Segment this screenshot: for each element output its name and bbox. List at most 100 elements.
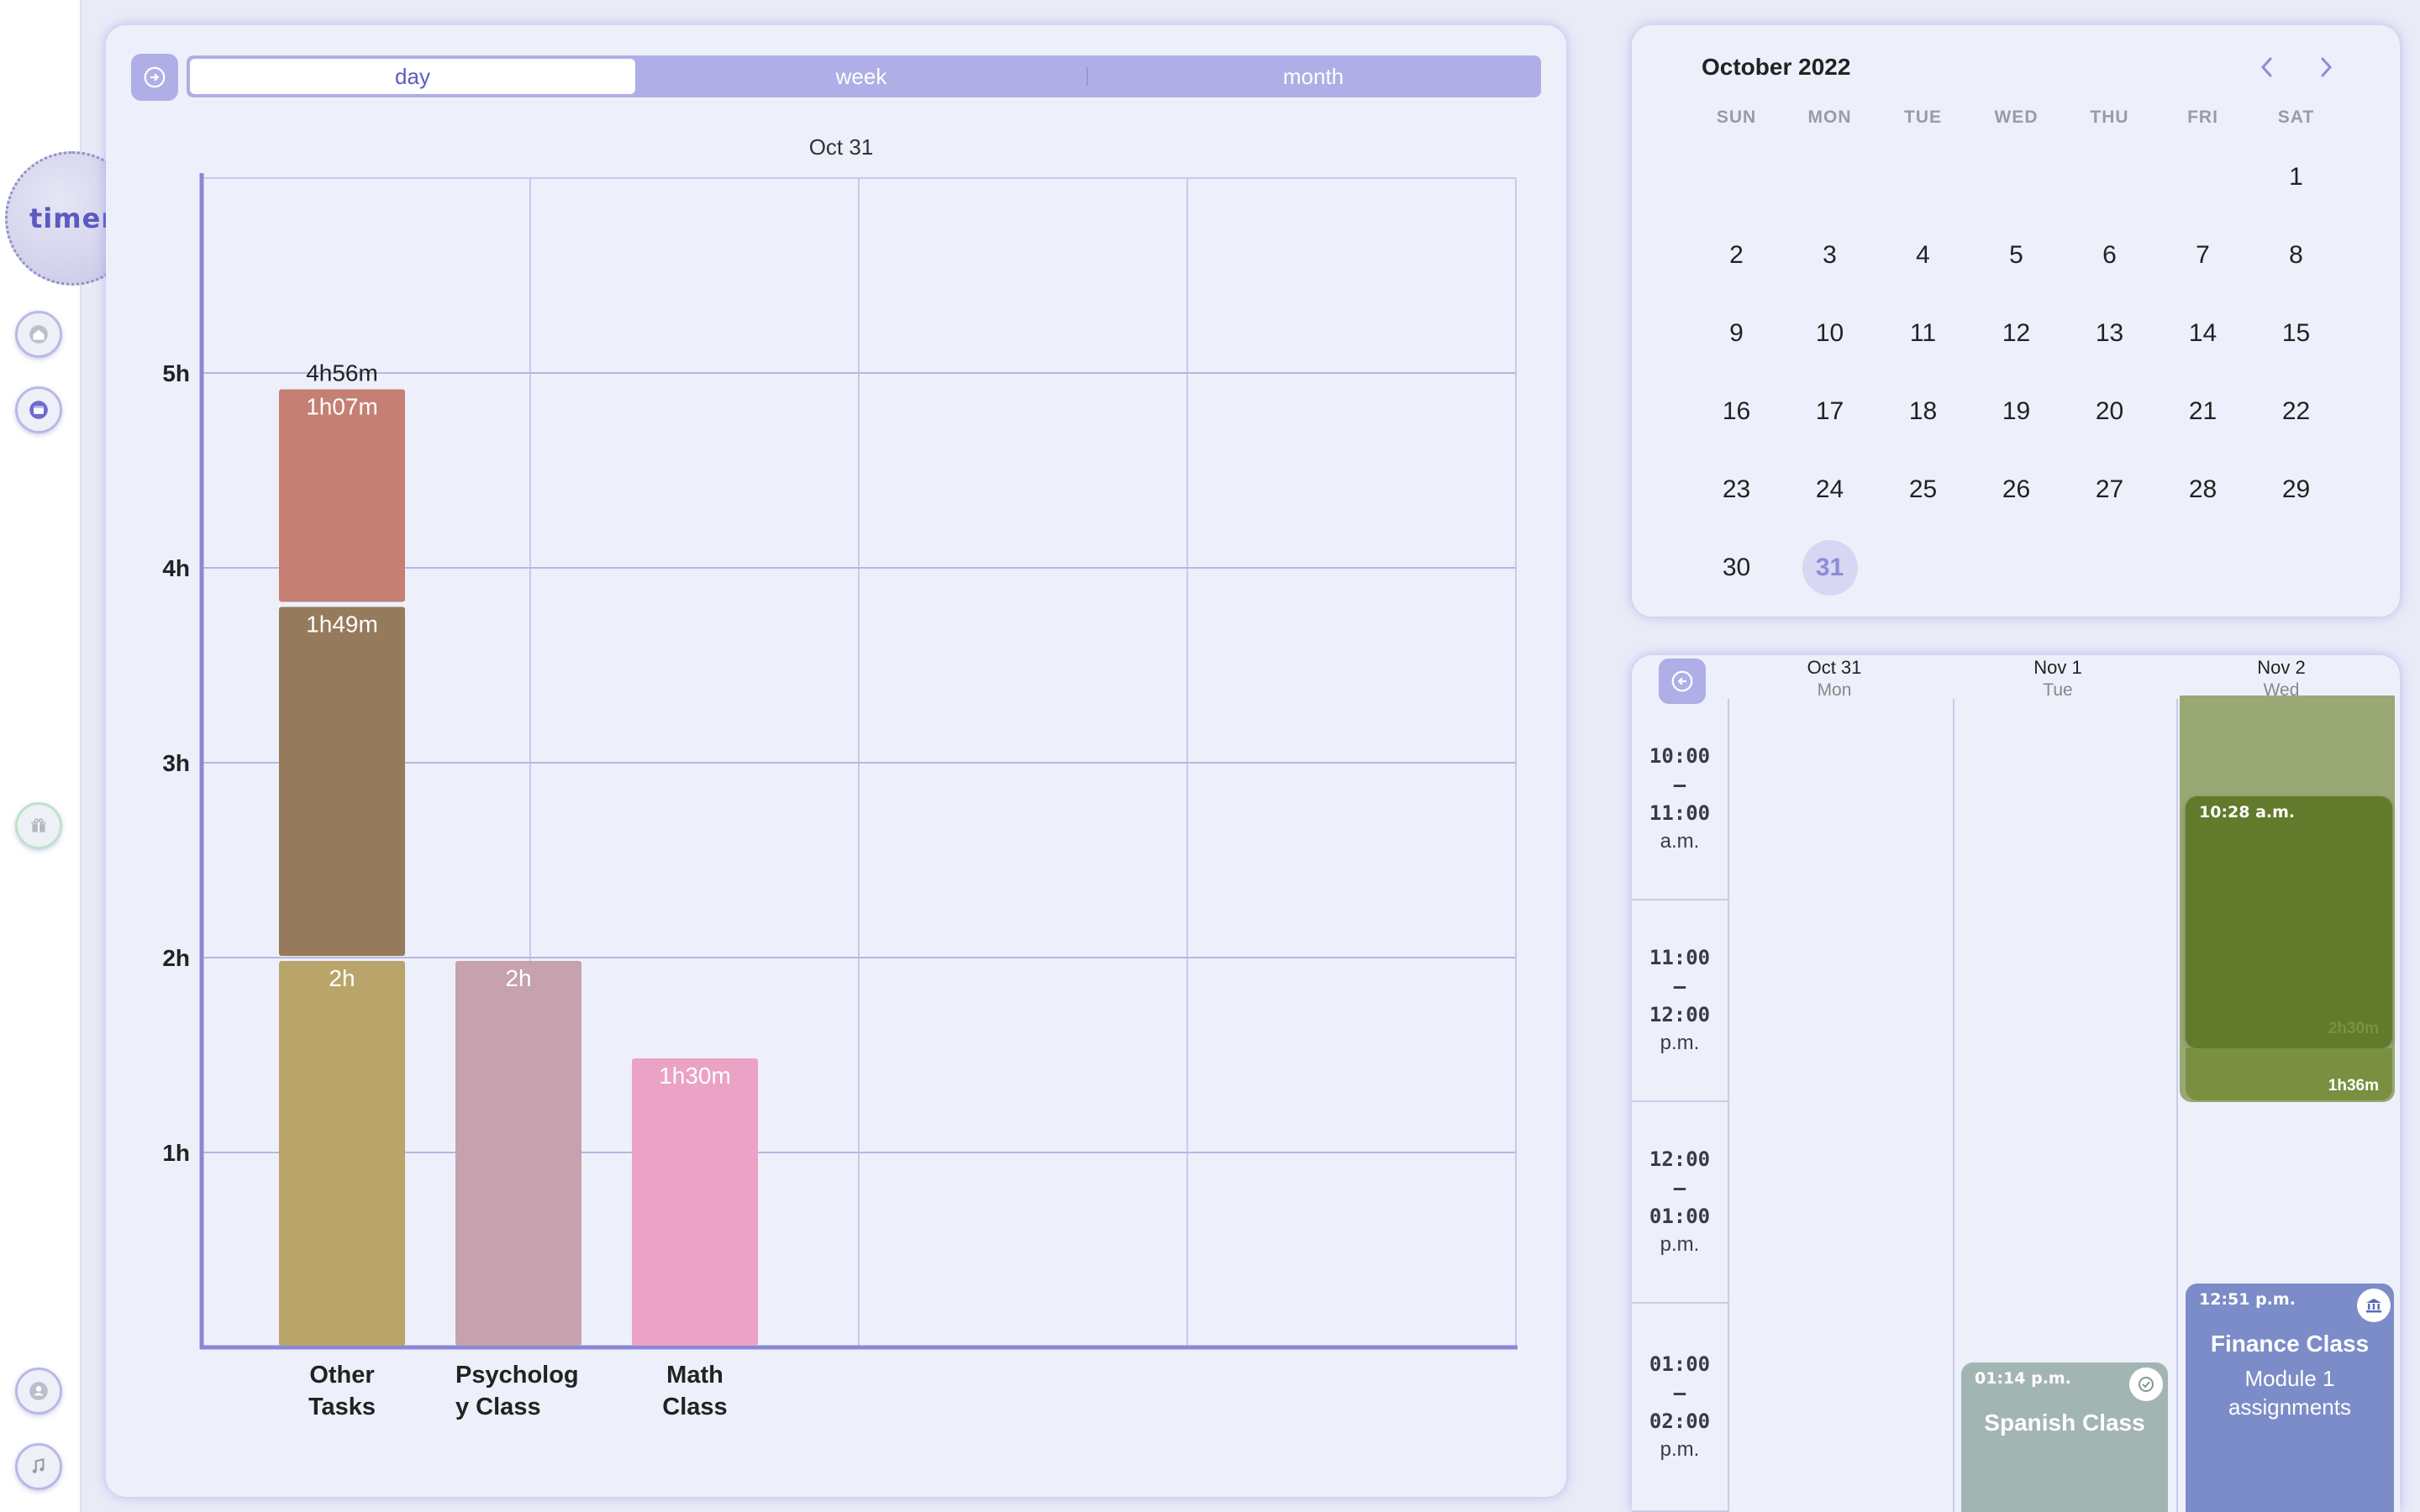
music-button[interactable] — [15, 1443, 62, 1490]
profile-button[interactable] — [15, 1368, 62, 1415]
time-slot-end: 02:00 — [1649, 1410, 1711, 1433]
week-schedule: Oct 31 Mon Nov 1 Tue Nov 2 Wed 10:00 – 11… — [1632, 655, 2400, 1512]
home-icon — [29, 325, 48, 344]
weekday-label: FRI — [2187, 108, 2218, 127]
time-slot-start: 11:00 — [1649, 946, 1711, 969]
weekday-label: THU — [2090, 108, 2129, 127]
day-header-weekday: Mon — [1817, 680, 1852, 700]
day-header-wed[interactable]: Nov 2 Wed — [2170, 655, 2393, 701]
calendar-day-28[interactable]: 28 — [2156, 450, 2249, 528]
calendar-day-22[interactable]: 22 — [2249, 372, 2343, 450]
calendar-day-9[interactable]: 9 — [1690, 294, 1783, 372]
x-category-label: Other — [309, 1362, 374, 1389]
time-slot-ampm: p.m. — [1660, 1233, 1700, 1256]
event-title: Spanish Class — [1984, 1410, 2145, 1436]
bar-segment — [455, 961, 581, 1346]
calendar-day-29[interactable]: 29 — [2249, 450, 2343, 528]
event-finance-class[interactable]: 12:51 p.m. Finance Class Module 1 assign… — [2186, 1284, 2394, 1512]
time-slot-end: 11:00 — [1649, 801, 1711, 825]
event-detail: assignments — [2228, 1394, 2351, 1420]
time-slot: 12:00 – 01:00 p.m. — [1632, 1102, 1728, 1304]
time-slot-start: 10:00 — [1649, 744, 1711, 768]
bar-segment-label: 1h49m — [306, 612, 378, 638]
calendar-day-25[interactable]: 25 — [1876, 450, 1970, 528]
event-spanish-class[interactable]: 01:14 p.m. Spanish Class — [1961, 1362, 2168, 1512]
calendar-day-15[interactable]: 15 — [2249, 294, 2343, 372]
calendar-blank — [1876, 138, 1970, 216]
time-slot-ampm: p.m. — [1660, 1438, 1700, 1461]
time-slot-dash: – — [1673, 1381, 1686, 1404]
time-slot: 01:00 – 02:00 p.m. — [1632, 1304, 1728, 1512]
day-header-weekday: Tue — [2043, 680, 2073, 700]
next-month-button[interactable] — [2309, 50, 2343, 84]
day-divider — [1953, 699, 1954, 1512]
calendar-blank — [1970, 138, 2063, 216]
day-header-tue[interactable]: Nov 1 Tue — [1946, 655, 2170, 701]
weekday-label: WED — [1994, 108, 2039, 127]
weekday-label: MON — [1807, 108, 1852, 127]
calendar-day-1[interactable]: 1 — [2249, 138, 2343, 216]
day-header-mon[interactable]: Oct 31 Mon — [1723, 655, 1946, 701]
calendar-day-30[interactable]: 30 — [1690, 528, 1783, 606]
event-block[interactable]: 10:28 a.m. 2h30m — [2186, 796, 2392, 1048]
x-category-label: Tasks — [308, 1394, 376, 1420]
bar-segment — [279, 389, 405, 602]
time-slot-start: 01:00 — [1649, 1352, 1711, 1376]
sidebar: timer — [0, 0, 139, 1512]
music-icon — [32, 1457, 45, 1473]
calendar-day-5[interactable]: 5 — [1970, 216, 2063, 294]
selected-day: 31 — [1802, 539, 1858, 596]
weekday-label: TUE — [1904, 108, 1942, 127]
y-tick-label: 3h — [162, 750, 190, 776]
calendar-day-20[interactable]: 20 — [2063, 372, 2156, 450]
calendar-button[interactable] — [15, 386, 62, 433]
calendar-day-14[interactable]: 14 — [2156, 294, 2249, 372]
gift-icon — [31, 818, 46, 832]
calendar-day-19[interactable]: 19 — [1970, 372, 2063, 450]
calendar-day-7[interactable]: 7 — [2156, 216, 2249, 294]
time-slot-end: 12:00 — [1649, 1003, 1711, 1026]
collapse-schedule-button[interactable] — [1659, 659, 1706, 704]
arrow-left-circle-icon — [1671, 670, 1693, 692]
calendar-day-18[interactable]: 18 — [1876, 372, 1970, 450]
bar-total-label: 4h56m — [306, 360, 378, 386]
time-slot-ampm: a.m. — [1660, 830, 1700, 853]
calendar-day-12[interactable]: 12 — [1970, 294, 2063, 372]
calendar-day-4[interactable]: 4 — [1876, 216, 1970, 294]
x-category-label: y Class — [455, 1394, 541, 1420]
y-tick-label: 1h — [162, 1140, 190, 1166]
calendar-blank — [1783, 138, 1876, 216]
schedule-body: 10:00 – 11:00 a.m. 11:00 – 12:00 p.m. 12:0… — [1632, 696, 2400, 1512]
event-time: 12:51 p.m. — [2199, 1290, 2296, 1309]
event-time: 01:14 p.m. — [1975, 1369, 2071, 1388]
day-header-date: Nov 2 — [2257, 657, 2306, 678]
calendar-day-6[interactable]: 6 — [2063, 216, 2156, 294]
calendar-day-17[interactable]: 17 — [1783, 372, 1876, 450]
calendar-day-26[interactable]: 26 — [1970, 450, 2063, 528]
calendar-day-24[interactable]: 24 — [1783, 450, 1876, 528]
calendar-day-21[interactable]: 21 — [2156, 372, 2249, 450]
x-category-label: Class — [662, 1394, 727, 1420]
calendar-day-31[interactable]: 31 — [1783, 528, 1876, 606]
calendar-blank — [1690, 138, 1783, 216]
bank-icon — [2357, 1289, 2391, 1322]
calendar-day-10[interactable]: 10 — [1783, 294, 1876, 372]
weekday-header: SUN MON TUE WED THU FRI SAT — [1690, 108, 2343, 128]
calendar-day-11[interactable]: 11 — [1876, 294, 1970, 372]
event-block-tail: 1h36m — [2186, 1048, 2392, 1100]
calendar-day-27[interactable]: 27 — [2063, 450, 2156, 528]
prev-month-button[interactable] — [2250, 50, 2284, 84]
chevron-left-icon — [2260, 57, 2272, 77]
home-button[interactable] — [15, 311, 62, 358]
month-calendar: October 2022 SUN MON TUE WED THU FRI SAT 12345… — [1632, 25, 2400, 617]
calendar-day-8[interactable]: 8 — [2249, 216, 2343, 294]
calendar-day-3[interactable]: 3 — [1783, 216, 1876, 294]
calendar-day-23[interactable]: 23 — [1690, 450, 1783, 528]
x-category-label: Math — [666, 1362, 723, 1389]
calendar-day-2[interactable]: 2 — [1690, 216, 1783, 294]
time-column: 10:00 – 11:00 a.m. 11:00 – 12:00 p.m. 12:0… — [1632, 699, 1729, 1512]
calendar-day-16[interactable]: 16 — [1690, 372, 1783, 450]
time-slot-start: 12:00 — [1649, 1147, 1711, 1171]
calendar-day-13[interactable]: 13 — [2063, 294, 2156, 372]
gift-button[interactable] — [15, 802, 62, 849]
